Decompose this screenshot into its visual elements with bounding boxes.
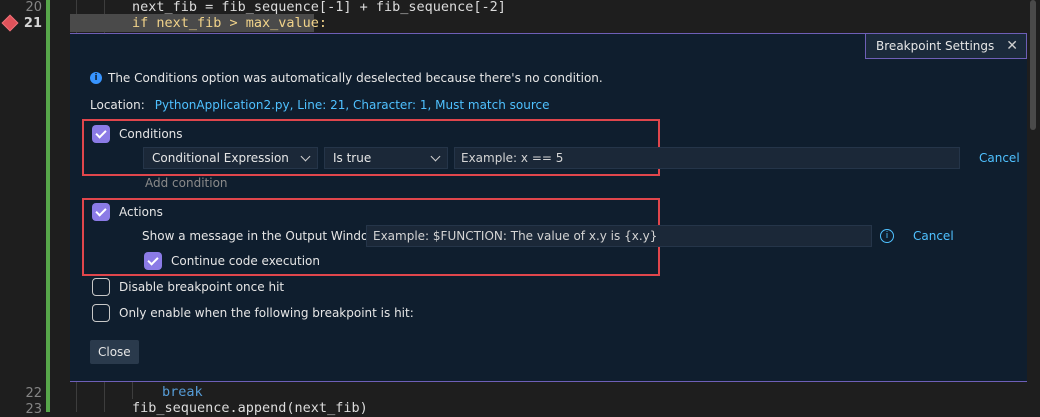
output-message-label: Show a message in the Output Window: <box>142 229 382 243</box>
condition-operator-value: Is true <box>333 151 372 165</box>
breakpoint-settings-tab[interactable]: Breakpoint Settings ✕ <box>865 34 1027 59</box>
info-icon: i <box>90 72 102 84</box>
disable-once-hit-checkbox[interactable] <box>92 278 110 296</box>
line-number: 20 <box>25 0 42 15</box>
info-icon[interactable]: i <box>880 229 894 243</box>
indent-guide <box>132 381 133 399</box>
location-row: Location: PythonApplication2.py, Line: 2… <box>90 98 550 112</box>
editor-gutter <box>0 0 46 412</box>
add-condition-button[interactable]: Add condition <box>145 176 228 190</box>
checkmark-icon <box>95 205 107 217</box>
location-label: Location: <box>90 98 145 112</box>
actions-row[interactable]: Actions <box>92 203 163 221</box>
only-enable-row[interactable]: Only enable when the following breakpoin… <box>92 304 414 322</box>
only-enable-checkbox[interactable] <box>92 304 110 322</box>
condition-operator-dropdown[interactable]: Is true <box>324 147 448 169</box>
disable-once-hit-label[interactable]: Disable breakpoint once hit <box>119 280 284 294</box>
output-message-placeholder: Example: $FUNCTION: The value of x.y is … <box>373 229 658 243</box>
info-message-row: i The Conditions option was automaticall… <box>90 71 603 85</box>
code-line-breakpoint[interactable]: if next_fib > max_value: <box>132 15 327 31</box>
close-button[interactable]: Close <box>90 340 139 364</box>
close-icon[interactable]: ✕ <box>1006 38 1018 54</box>
condition-type-dropdown[interactable]: Conditional Expression <box>143 147 318 169</box>
line-number-current: 21 <box>23 16 42 31</box>
conditions-checkbox[interactable] <box>92 125 110 143</box>
line-number: 23 <box>25 402 42 417</box>
breakpoint-settings-panel: Breakpoint Settings ✕ i The Conditions o… <box>70 33 1027 382</box>
continue-execution-label[interactable]: Continue code execution <box>171 254 320 268</box>
disable-once-hit-row[interactable]: Disable breakpoint once hit <box>92 278 284 296</box>
continue-execution-row[interactable]: Continue code execution <box>144 252 320 270</box>
checkmark-icon <box>95 127 107 139</box>
line-number: 22 <box>25 386 42 401</box>
condition-expression-placeholder: Example: x == 5 <box>461 151 564 165</box>
code-line[interactable]: fib_sequence.append(next_fib) <box>132 400 368 416</box>
indent-guide <box>104 381 105 412</box>
code-line[interactable]: break <box>162 384 203 400</box>
condition-expression-input[interactable]: Example: x == 5 <box>454 147 960 169</box>
checkmark-icon <box>147 254 159 266</box>
location-link[interactable]: PythonApplication2.py, Line: 21, Charact… <box>155 98 550 112</box>
conditions-row[interactable]: Conditions <box>92 125 183 143</box>
chevron-down-icon <box>430 151 441 161</box>
conditions-cancel-button[interactable]: Cancel <box>979 151 1020 165</box>
actions-checkbox[interactable] <box>92 203 110 221</box>
code-line[interactable]: next_fib = fib_sequence[-1] + fib_sequen… <box>132 0 506 15</box>
output-message-input[interactable]: Example: $FUNCTION: The value of x.y is … <box>366 225 872 247</box>
conditions-label[interactable]: Conditions <box>119 127 183 141</box>
change-bar <box>46 0 50 412</box>
actions-cancel-button[interactable]: Cancel <box>913 229 954 243</box>
editor-scrollbar[interactable] <box>1030 0 1036 130</box>
tab-title: Breakpoint Settings <box>876 39 995 53</box>
condition-type-value: Conditional Expression <box>152 151 289 165</box>
only-enable-label[interactable]: Only enable when the following breakpoin… <box>119 306 414 320</box>
actions-label[interactable]: Actions <box>119 205 163 219</box>
info-message: The Conditions option was automatically … <box>108 71 603 85</box>
indent-guide <box>76 381 77 412</box>
chevron-down-icon <box>300 151 311 161</box>
continue-execution-checkbox[interactable] <box>144 252 162 270</box>
